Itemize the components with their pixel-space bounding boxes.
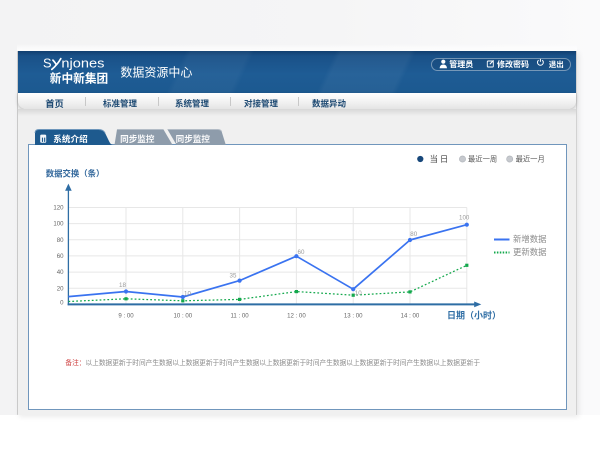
svg-text:同步监控: 同步监控 xyxy=(120,133,155,144)
svg-text:12 : 00: 12 : 00 xyxy=(287,312,306,319)
svg-text:60: 60 xyxy=(57,253,64,260)
svg-text:系统介绍: 系统介绍 xyxy=(53,133,88,144)
svg-text:11 : 00: 11 : 00 xyxy=(231,312,250,319)
svg-text:80: 80 xyxy=(410,231,417,238)
svg-text:数据异动: 数据异动 xyxy=(312,99,347,109)
svg-text:新中新集团: 新中新集团 xyxy=(50,71,108,85)
svg-text:S: S xyxy=(43,56,52,71)
svg-text:60: 60 xyxy=(298,249,305,256)
svg-text:修改密码: 修改密码 xyxy=(497,59,529,69)
svg-text:退出: 退出 xyxy=(549,59,564,69)
svg-text:80: 80 xyxy=(57,237,64,244)
svg-text:40: 40 xyxy=(57,269,64,276)
svg-text:18: 18 xyxy=(119,282,126,289)
svg-text:对接管理: 对接管理 xyxy=(244,99,279,109)
svg-text:20: 20 xyxy=(57,285,64,292)
svg-text:备注：以上数据更新于时间产生数据以上数据更新于时间产生数据以: 备注：以上数据更新于时间产生数据以上数据更新于时间产生数据以上数据更新于时间产生… xyxy=(65,358,480,367)
svg-text:10 : 00: 10 : 00 xyxy=(173,312,192,319)
svg-text:100: 100 xyxy=(53,221,64,228)
svg-text:日期（小时）: 日期（小时） xyxy=(447,310,501,321)
svg-text:更新数据: 更新数据 xyxy=(513,247,547,257)
svg-text:当日: 当日 xyxy=(430,154,449,164)
svg-text:10: 10 xyxy=(184,291,191,298)
svg-text:管理员: 管理员 xyxy=(449,59,473,69)
svg-text:数据资源中心: 数据资源中心 xyxy=(120,64,192,79)
svg-text:14 : 00: 14 : 00 xyxy=(401,312,420,319)
svg-text:最近一周: 最近一周 xyxy=(468,155,497,164)
svg-text:njones: njones xyxy=(61,56,104,71)
svg-text:100: 100 xyxy=(459,214,470,221)
svg-text:最近一月: 最近一月 xyxy=(516,155,545,164)
svg-text:数据交换（条）: 数据交换（条） xyxy=(46,169,105,179)
svg-text:0: 0 xyxy=(60,300,64,307)
svg-text:9 : 00: 9 : 00 xyxy=(118,312,134,319)
svg-text:首页: 首页 xyxy=(45,98,63,109)
svg-text:标准管理: 标准管理 xyxy=(103,99,138,109)
svg-text:10: 10 xyxy=(355,290,362,297)
svg-text:同步监控: 同步监控 xyxy=(176,133,211,144)
svg-text:新增数据: 新增数据 xyxy=(513,234,547,244)
svg-text:35: 35 xyxy=(230,273,237,280)
svg-text:系统管理: 系统管理 xyxy=(175,99,210,109)
svg-text:120: 120 xyxy=(53,205,64,212)
svg-text:13 : 00: 13 : 00 xyxy=(344,312,363,319)
